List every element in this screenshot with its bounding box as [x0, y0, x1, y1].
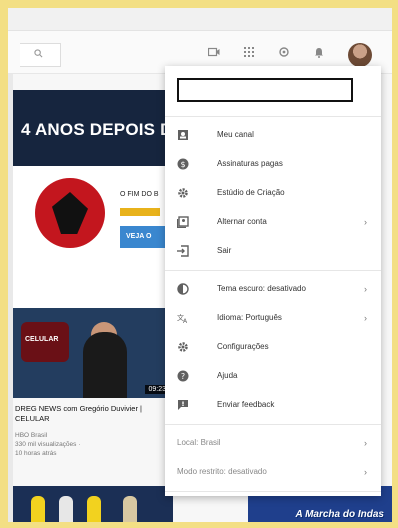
- language-icon: 文A: [177, 313, 188, 324]
- apps-grid-icon[interactable]: [244, 47, 254, 57]
- menu-item-label: Alternar conta: [217, 217, 267, 226]
- video-logo-text: CELULAR: [25, 336, 59, 343]
- menu-item-assinaturas-pagas[interactable]: $ Assinaturas pagas: [165, 150, 381, 179]
- settings-icon: [178, 342, 188, 352]
- chevron-right-icon: ›: [364, 438, 367, 448]
- channel-logo[interactable]: [35, 178, 105, 248]
- menu-item-label: Configurações: [217, 342, 269, 351]
- menu-item-meu-canal[interactable]: Meu canal: [165, 121, 381, 150]
- help-icon: ?: [177, 370, 189, 382]
- gear-icon: [178, 188, 188, 198]
- menu-item-sair[interactable]: Sair: [165, 237, 381, 266]
- channel-banner[interactable]: 4 ANOS DEPOIS D: [13, 90, 173, 167]
- chevron-right-icon: ›: [364, 217, 367, 227]
- messages-icon[interactable]: [279, 47, 289, 57]
- video-thumbnail[interactable]: CELULAR 09:23: [13, 308, 173, 398]
- svg-text:A: A: [183, 318, 188, 324]
- video-views: 330 mil visualizações ·: [15, 441, 81, 448]
- menu-item-label: Assinaturas pagas: [217, 159, 283, 168]
- menu-item-tema-escuro-desativado[interactable]: Tema escuro: desativado ›: [165, 275, 381, 304]
- chevron-right-icon: ›: [364, 467, 367, 477]
- notifications-bell-icon[interactable]: [314, 47, 324, 58]
- menu-item-label: Local: Brasil: [177, 438, 221, 447]
- menu-item-configuracoes[interactable]: Configurações: [165, 333, 381, 362]
- menu-item-ajuda[interactable]: ? Ajuda: [165, 362, 381, 391]
- dark-theme-icon: [177, 283, 189, 295]
- svg-text:$: $: [180, 160, 185, 169]
- browser-strip: [8, 8, 392, 31]
- person-icon: [178, 130, 188, 140]
- video-logo: CELULAR: [21, 322, 69, 362]
- video-meta: HBO Brasil 330 mil visualizações · 10 ho…: [15, 431, 165, 458]
- search-icon: [34, 49, 43, 58]
- menu-item-label: Idioma: Português: [217, 313, 282, 322]
- thumbnail-text: A Marcha do Indas: [295, 509, 384, 520]
- menu-item-label: Sair: [217, 246, 232, 255]
- menu-item-label: Estúdio de Criação: [217, 188, 285, 197]
- video-age: 10 horas atrás: [15, 450, 57, 457]
- account-header: [165, 66, 381, 117]
- create-video-icon[interactable]: [208, 47, 220, 57]
- footer-section: Local: Brasil › Modo restrito: desativado ›: [165, 425, 381, 492]
- menu-item-alternar-conta[interactable]: Alternar conta ›: [165, 208, 381, 237]
- search-button[interactable]: [20, 43, 61, 67]
- menu-item-estudio-de-criacao[interactable]: Estúdio de Criação: [165, 179, 381, 208]
- menu-item-enviar-feedback[interactable]: Enviar feedback: [165, 391, 381, 420]
- svg-text:?: ?: [181, 372, 185, 381]
- dollar-icon: $: [177, 158, 189, 170]
- account-section: Meu canal $ Assinaturas pagas Estúdio de Cr…: [165, 117, 381, 271]
- feedback-icon: [178, 400, 188, 410]
- menu-item-modo-restrito-desativado[interactable]: Modo restrito: desativado ›: [165, 458, 381, 487]
- menu-item-label: Enviar feedback: [217, 400, 275, 409]
- video-title[interactable]: DREG NEWS com Gregório Duvivier | CELULA…: [15, 404, 165, 424]
- channel-name[interactable]: O FIM DO B: [120, 191, 159, 198]
- menu-item-label: Modo restrito: desativado: [177, 467, 267, 476]
- youtube-window: 4 ANOS DEPOIS D O FIM DO B VEJA O CELULA…: [8, 8, 392, 522]
- status-badge: [120, 208, 160, 216]
- video-channel[interactable]: HBO Brasil: [15, 431, 165, 440]
- sign-out-icon: [177, 245, 189, 257]
- account-menu: Meu canal $ Assinaturas pagas Estúdio de Cr…: [165, 66, 381, 496]
- banner-text: 4 ANOS DEPOIS D: [21, 120, 173, 139]
- account-name-box[interactable]: [177, 78, 353, 102]
- menu-item-local-brasil[interactable]: Local: Brasil ›: [165, 429, 381, 458]
- menu-item-idioma-portugues[interactable]: 文 A Idioma: Português ›: [165, 304, 381, 333]
- chevron-right-icon: ›: [364, 313, 367, 323]
- chevron-right-icon: ›: [364, 284, 367, 294]
- menu-item-label: Ajuda: [217, 371, 238, 380]
- video-thumbnail-2[interactable]: [13, 486, 173, 522]
- channel-card: O FIM DO B VEJA O: [13, 166, 175, 308]
- menu-item-label: Meu canal: [217, 130, 254, 139]
- presenter-body: [83, 332, 127, 398]
- settings-section: Tema escuro: desativado › 文 A Idioma: Portug…: [165, 271, 381, 425]
- switch-account-icon: [177, 216, 189, 228]
- avatar[interactable]: [348, 43, 372, 67]
- menu-item-label: Tema escuro: desativado: [217, 284, 306, 293]
